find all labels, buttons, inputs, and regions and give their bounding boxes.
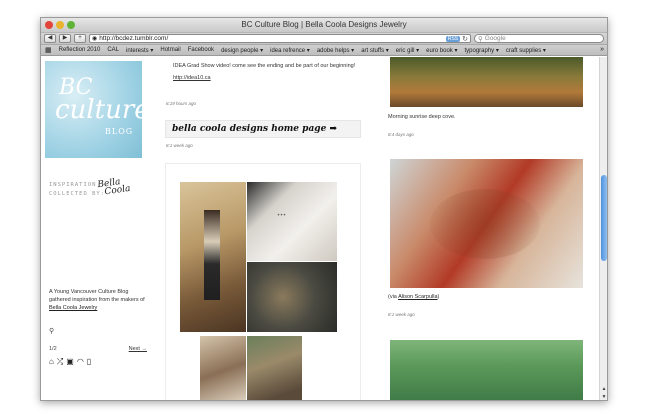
- via-link-alison-scarpulla[interactable]: Alison Scarpulla: [398, 294, 437, 300]
- scroll-down-arrow[interactable]: ▼: [600, 394, 607, 400]
- bookmark-item[interactable]: euro book ▾: [426, 47, 457, 54]
- home-page-heading: bella coola designs home page ➡: [172, 124, 337, 134]
- home-page-heading-box[interactable]: bella coola designs home page ➡: [165, 120, 361, 138]
- via-suffix: ): [437, 294, 440, 300]
- post-link-idea10[interactable]: http://idea10.ca: [173, 75, 211, 81]
- intro-text: A Young Vancouver Culture Blog gathered …: [49, 289, 145, 303]
- address-bar[interactable]: ◉ http://bcdez.tumblr.com/ RSS ↻: [89, 34, 471, 43]
- bookmark-item[interactable]: eric gill ▾: [396, 47, 419, 54]
- blog-logo[interactable]: BC culture BLOG: [45, 61, 150, 158]
- rss-badge[interactable]: RSS: [445, 35, 461, 42]
- bookmark-item[interactable]: Facebook: [188, 47, 214, 53]
- forward-button[interactable]: ▶: [59, 34, 71, 43]
- collage-photo-shirt[interactable]: ✦✦✦: [247, 182, 337, 261]
- globe-icon: ◉: [92, 36, 98, 42]
- bookmark-item[interactable]: art stuffs ▾: [361, 47, 389, 54]
- bookmark-item[interactable]: craft supplies ▾: [506, 47, 546, 54]
- url-text: http://bcdez.tumblr.com/: [99, 35, 169, 42]
- photo-antelope-fox[interactable]: [390, 159, 583, 288]
- title-bar: BC Culture Blog | Bella Coola Designs Je…: [41, 18, 607, 33]
- mobile-icon[interactable]: ▯: [87, 357, 91, 367]
- browser-toolbar: ◀ ▶ + ◉ http://bcdez.tumblr.com/ RSS ↻ ⚲…: [41, 33, 607, 45]
- rss-icon[interactable]: ◠: [77, 357, 84, 367]
- window-title: BC Culture Blog | Bella Coola Designs Je…: [241, 20, 407, 29]
- collage-photo-jewelry[interactable]: [247, 262, 337, 332]
- pagination: 1/2 Next →: [49, 346, 147, 352]
- back-button[interactable]: ◀: [44, 34, 56, 43]
- right-timestamp-1[interactable]: 8:4 days ago: [388, 132, 414, 137]
- next-page-link[interactable]: Next →: [129, 346, 147, 352]
- inspiration-line-2: COLLECTED BY:: [49, 191, 106, 197]
- bookmarks-bar: ▦ Reflection 2010 CAL interests ▾ Hotmail Fa…: [41, 45, 607, 56]
- bookmark-item[interactable]: CAL: [107, 47, 119, 53]
- signature-line-2: Coola: [103, 183, 132, 198]
- shuffle-icon[interactable]: ⤮: [57, 357, 63, 367]
- bookmarks-overflow-button[interactable]: »: [600, 46, 604, 53]
- page-content: BC culture BLOG INSPIRATION COLLECTED BY…: [41, 57, 601, 400]
- caption-via: (via Alison Scarpulla): [388, 294, 439, 300]
- bella-coola-signature[interactable]: Bella Coola: [97, 177, 131, 197]
- heading-timestamp[interactable]: 8:1 week ago: [166, 143, 193, 148]
- logo-text-blog: BLOG: [105, 127, 134, 136]
- bookmarks-grid-icon[interactable]: ▦: [45, 46, 52, 54]
- bookmark-item[interactable]: interests ▾: [126, 47, 153, 54]
- collage-photo-girl-hat[interactable]: [200, 336, 246, 400]
- via-prefix: (via: [388, 294, 399, 300]
- vertical-scrollbar[interactable]: ▲ ▼: [599, 57, 607, 400]
- search-placeholder: Google: [484, 35, 506, 42]
- scroll-up-arrow[interactable]: ▲: [600, 386, 607, 392]
- shirt-print: ✦✦✦: [277, 212, 287, 218]
- reload-button[interactable]: ↻: [462, 35, 468, 43]
- home-icon[interactable]: ⌂: [49, 357, 54, 367]
- scrollbar-thumb[interactable]: [601, 175, 607, 261]
- intro-link[interactable]: Bella Coola Jewelry: [49, 305, 97, 311]
- photo-sunrise-deep-cove[interactable]: [390, 57, 583, 107]
- bookmark-item[interactable]: Hotmail: [160, 47, 180, 53]
- search-icon: ⚲: [478, 35, 483, 43]
- browser-window: BC Culture Blog | Bella Coola Designs Je…: [40, 17, 608, 401]
- sidebar-search-icon[interactable]: ⚲: [49, 327, 54, 335]
- blog-intro: A Young Vancouver Culture Blog gathered …: [49, 288, 149, 312]
- page-indicator: 1/2: [49, 346, 57, 352]
- bookmark-item[interactable]: typography ▾: [465, 47, 499, 54]
- caption-sunrise: Morning sunrise deep cove.: [388, 114, 456, 120]
- collage-photo-girl-field[interactable]: [180, 182, 246, 332]
- post-timestamp[interactable]: 8:19 hours ago: [166, 101, 196, 106]
- screenshot-page: BC Culture Blog | Bella Coola Designs Je…: [0, 0, 650, 417]
- antelope-silhouette: [430, 189, 540, 259]
- logo-text-culture: culture: [55, 95, 150, 125]
- add-bookmark-button[interactable]: +: [74, 34, 86, 43]
- archive-icon[interactable]: ▣: [66, 357, 74, 367]
- collage-photo-girl-street[interactable]: [247, 336, 302, 400]
- bookmark-item[interactable]: Reflection 2010: [59, 47, 101, 53]
- bookmark-item[interactable]: adobe helps ▾: [317, 47, 354, 54]
- sidebar-icon-row: ⌂ ⤮ ▣ ◠ ▯: [49, 357, 91, 367]
- search-field[interactable]: ⚲ Google: [474, 34, 604, 43]
- right-timestamp-2[interactable]: 8:1 week ago: [388, 312, 415, 317]
- photo-collage: ✦✦✦: [165, 163, 361, 400]
- photo-green-landscape[interactable]: [390, 340, 583, 400]
- bookmark-item[interactable]: design people ▾: [221, 47, 263, 54]
- post-text-grad-show: IDEA Grad Show video! come see the endin…: [173, 63, 356, 69]
- bookmark-item[interactable]: idea refrence ▾: [270, 47, 310, 54]
